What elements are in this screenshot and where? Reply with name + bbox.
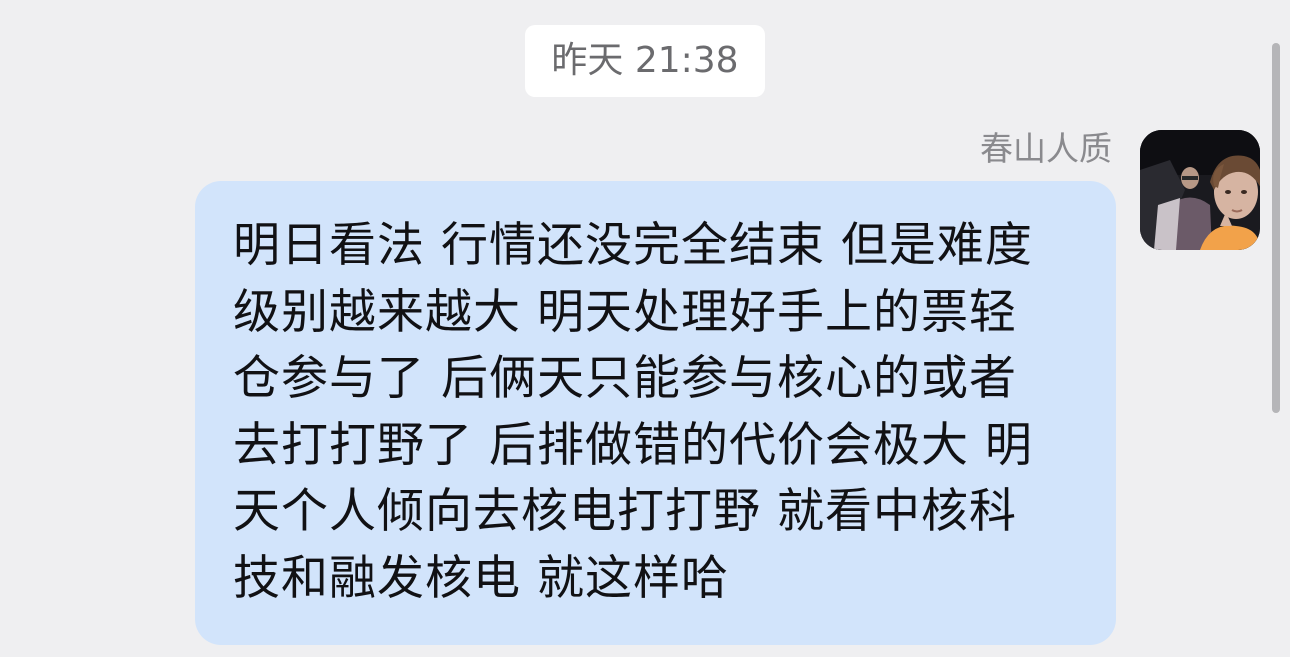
message-text: 明日看法 行情还没完全结束 但是难度 级别越来越大 明天处理好手上的票轻 仓参与… xyxy=(233,218,1033,606)
user-avatar-photo-icon[interactable] xyxy=(1140,130,1260,250)
avatar-image xyxy=(1140,130,1260,250)
sender-name: 春山人质 xyxy=(980,129,1112,168)
message-timestamp: 昨天 21:38 xyxy=(525,25,765,97)
scrollbar-thumb[interactable] xyxy=(1272,43,1280,413)
chat-message-list[interactable]: 昨天 21:38 春山人质 明日看法 行情还没完全结束 但是难度 级别越来越大 … xyxy=(0,0,1290,657)
message-bubble[interactable]: 明日看法 行情还没完全结束 但是难度 级别越来越大 明天处理好手上的票轻 仓参与… xyxy=(195,181,1116,645)
